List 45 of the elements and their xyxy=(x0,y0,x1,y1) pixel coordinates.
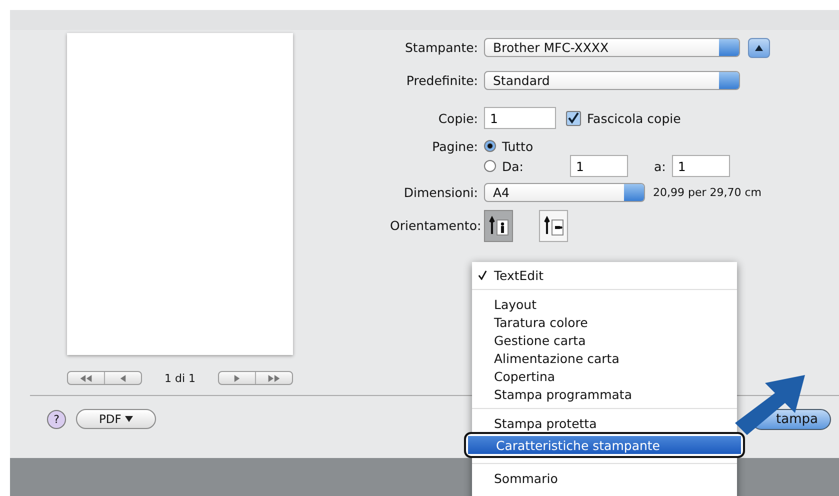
presets-label: Predefinite: xyxy=(405,73,478,88)
radio-button[interactable] xyxy=(484,140,496,152)
menu-item[interactable]: Taratura colore xyxy=(472,313,737,331)
paper-size-note: 20,99 per 29,70 cm xyxy=(653,186,762,199)
menu-item[interactable]: Alimentazione carta xyxy=(472,349,737,367)
radio-button[interactable] xyxy=(484,160,496,172)
menu-item[interactable]: Layout xyxy=(472,295,737,313)
from-field[interactable]: 1 xyxy=(570,155,628,177)
all-pages-label: Tutto xyxy=(502,138,534,154)
up-triangle-icon xyxy=(755,44,763,50)
pdf-button[interactable]: PDF xyxy=(76,409,156,429)
paper-size-popup[interactable]: A4 xyxy=(484,183,645,202)
disclosure-button[interactable] xyxy=(748,38,770,58)
size-label: Dimensioni: xyxy=(402,185,478,200)
previous-buttons[interactable] xyxy=(67,371,142,385)
printer-popup[interactable]: Brother MFC-XXXX xyxy=(484,38,740,57)
orientation-label: Orientamento: xyxy=(390,218,478,233)
next-page-icon xyxy=(234,374,240,382)
portrait-button[interactable] xyxy=(484,210,513,242)
help-button[interactable]: ? xyxy=(47,410,66,428)
last-page-icon xyxy=(268,374,280,382)
menu-item[interactable]: TextEdit xyxy=(472,266,737,284)
first-page-icon xyxy=(80,374,92,382)
menu-item[interactable]: Stampa programmata xyxy=(472,385,737,403)
pages-label: Pagine: xyxy=(431,138,478,154)
next-buttons[interactable] xyxy=(218,371,293,385)
presets-popup[interactable]: Standard xyxy=(484,71,740,90)
previous-page-icon xyxy=(120,374,126,382)
copies-label: Copie: xyxy=(437,110,478,126)
from-label: Da: xyxy=(502,158,524,174)
menu-item[interactable]: Copertina xyxy=(472,367,737,385)
page-count: 1 di 1 xyxy=(164,372,196,384)
landscape-button[interactable] xyxy=(539,210,568,242)
to-field[interactable]: 1 xyxy=(672,155,730,177)
checkmark-icon xyxy=(478,270,487,280)
menu-item[interactable]: Sommario xyxy=(472,469,737,487)
dropdown-triangle-icon xyxy=(125,416,134,422)
collate-label: Fascicola copie xyxy=(587,110,681,126)
menu-item[interactable]: Caratteristiche stampante xyxy=(468,436,741,454)
menu-item[interactable]: Stampa protetta xyxy=(472,414,737,432)
copies-field[interactable]: 1 xyxy=(484,107,556,129)
to-label: a: xyxy=(654,158,666,174)
printer-label: Stampante: xyxy=(404,40,478,55)
collate-checkbox[interactable] xyxy=(566,110,581,126)
menu-item[interactable]: Gestione carta xyxy=(472,331,737,349)
